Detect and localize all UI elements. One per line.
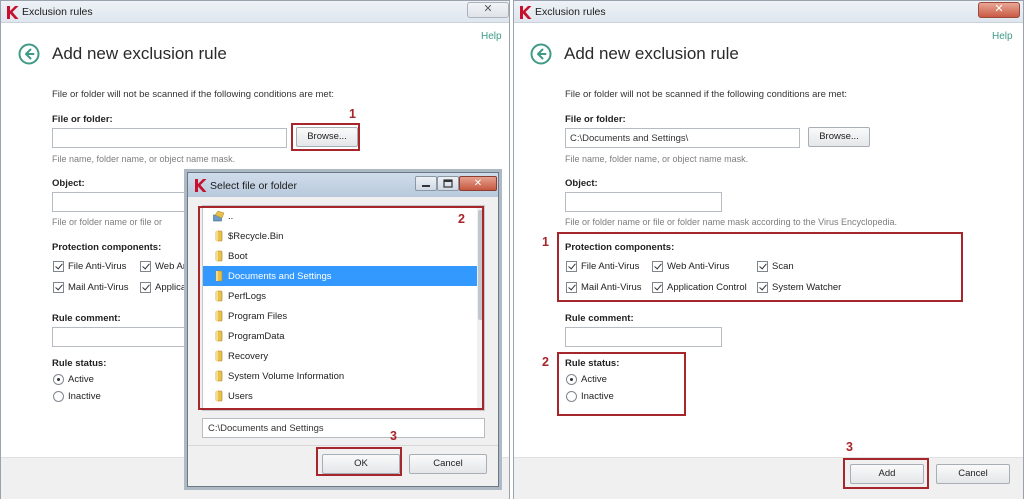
checkbox-mail-anti-virus[interactable]: Mail Anti-Virus bbox=[53, 282, 129, 294]
selected-path-input[interactable]: C:\Documents and Settings bbox=[202, 418, 485, 438]
file-or-folder-label: File or folder: bbox=[565, 114, 626, 125]
browse-button[interactable]: Browse... bbox=[808, 127, 870, 147]
dialog-title: Select file or folder bbox=[210, 180, 297, 192]
rule-comment-label: Rule comment: bbox=[52, 313, 121, 324]
help-link[interactable]: Help bbox=[992, 31, 1013, 42]
annotation-box-add bbox=[843, 458, 929, 489]
cancel-button[interactable]: Cancel bbox=[936, 464, 1010, 484]
kaspersky-logo-icon bbox=[7, 6, 19, 19]
window-close-button[interactable]: ✕ bbox=[467, 2, 509, 18]
file-or-folder-input[interactable] bbox=[52, 128, 287, 148]
annotation-box-ok bbox=[316, 447, 402, 476]
minimize-icon bbox=[422, 185, 430, 187]
object-input[interactable] bbox=[52, 192, 202, 212]
file-hint: File name, folder name, or object name m… bbox=[565, 154, 749, 164]
rule-comment-input[interactable] bbox=[565, 327, 722, 347]
help-link[interactable]: Help bbox=[481, 31, 502, 42]
object-hint: File or folder name or file or bbox=[52, 217, 163, 227]
minimize-button[interactable] bbox=[415, 176, 437, 191]
kaspersky-logo-icon bbox=[195, 179, 207, 192]
dialog-cancel-button[interactable]: Cancel bbox=[409, 454, 487, 474]
annotation-step-3: 3 bbox=[390, 429, 397, 443]
object-hint: File or folder name or file or folder na… bbox=[565, 217, 897, 227]
checkbox-web-anti-virus[interactable]: Web Anti bbox=[140, 261, 193, 273]
annotation-box-rule-status bbox=[557, 352, 686, 416]
page-title: Add new exclusion rule bbox=[52, 44, 227, 63]
dialog-title-bar: Select file or folder ✕ bbox=[188, 173, 498, 197]
window-title: Exclusion rules bbox=[22, 6, 93, 18]
rule-status-label: Rule status: bbox=[52, 358, 107, 369]
annotation-step-2: 2 bbox=[458, 212, 465, 226]
maximize-button[interactable] bbox=[437, 176, 459, 191]
conditions-description: File or folder will not be scanned if th… bbox=[565, 89, 847, 100]
checkbox-file-anti-virus[interactable]: File Anti-Virus bbox=[53, 261, 126, 273]
dialog-divider bbox=[188, 445, 498, 446]
object-label: Object: bbox=[52, 178, 85, 189]
protection-components-label: Protection components: bbox=[52, 242, 162, 253]
kaspersky-logo-icon bbox=[520, 6, 532, 19]
object-input[interactable] bbox=[565, 192, 722, 212]
window-close-button[interactable]: ✕ bbox=[978, 2, 1020, 18]
annotation-box-protection-components bbox=[557, 232, 963, 302]
radio-inactive[interactable]: Inactive bbox=[53, 391, 101, 403]
rule-comment-input[interactable] bbox=[52, 327, 202, 347]
object-label: Object: bbox=[565, 178, 598, 189]
back-arrow-icon[interactable] bbox=[530, 43, 552, 65]
conditions-description: File or folder will not be scanned if th… bbox=[52, 89, 334, 100]
annotation-step-1-right: 1 bbox=[542, 235, 549, 249]
file-hint: File name, folder name, or object name m… bbox=[52, 154, 236, 164]
rule-comment-label: Rule comment: bbox=[565, 313, 634, 324]
window-title: Exclusion rules bbox=[535, 6, 606, 18]
annotation-box-browse bbox=[291, 123, 360, 151]
annotation-step-3-right: 3 bbox=[846, 440, 853, 454]
title-bar: Exclusion rules ✕ bbox=[1, 1, 509, 23]
file-or-folder-input[interactable]: C:\Documents and Settings\ bbox=[565, 128, 800, 148]
title-bar: Exclusion rules ✕ bbox=[514, 1, 1023, 23]
checkbox-application-control[interactable]: Applicati bbox=[140, 282, 191, 294]
back-arrow-icon[interactable] bbox=[18, 43, 40, 65]
page-title: Add new exclusion rule bbox=[564, 44, 739, 63]
annotation-step-2-right: 2 bbox=[542, 355, 549, 369]
file-or-folder-label: File or folder: bbox=[52, 114, 113, 125]
radio-active[interactable]: Active bbox=[53, 374, 94, 386]
annotation-box-folder-list bbox=[198, 206, 484, 410]
annotation-step-1: 1 bbox=[349, 107, 356, 121]
dialog-close-button[interactable]: ✕ bbox=[459, 176, 497, 191]
maximize-icon bbox=[443, 179, 453, 188]
